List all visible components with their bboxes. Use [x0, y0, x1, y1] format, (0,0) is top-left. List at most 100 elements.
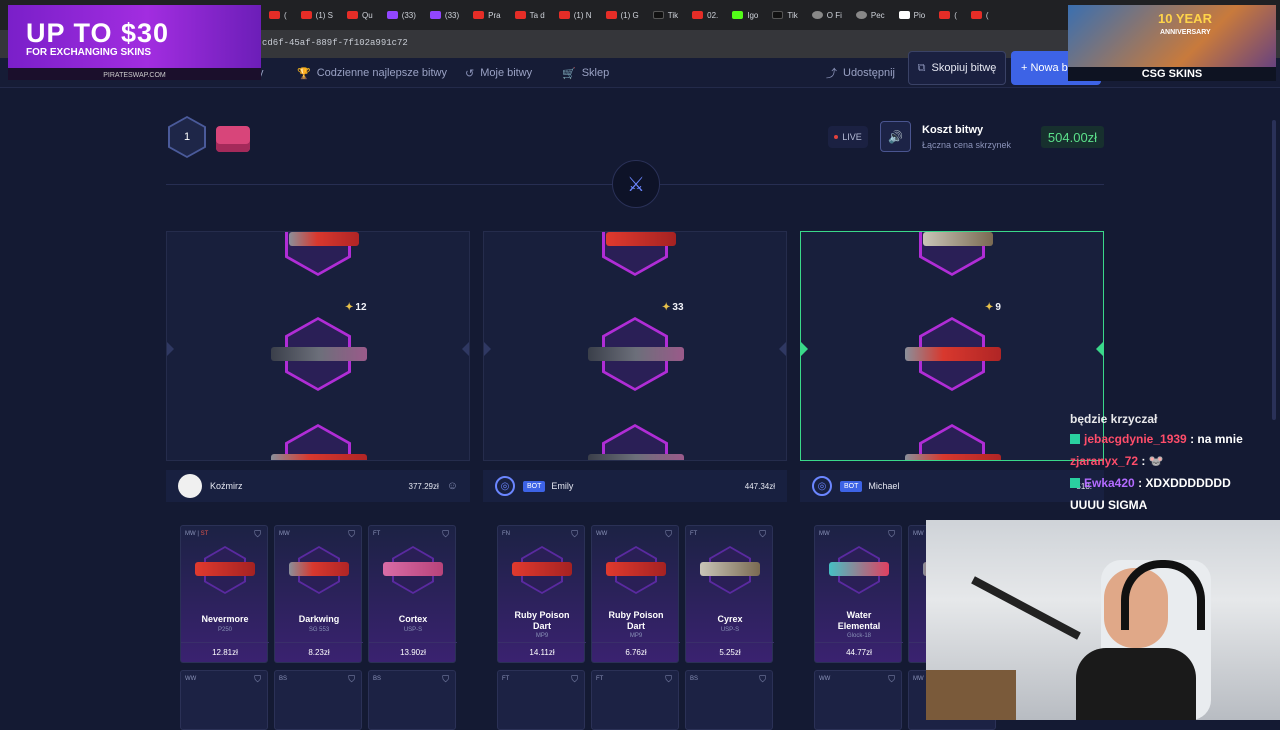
player-header: ◎ BOT Michael 518.: [800, 470, 1104, 502]
browser-tab[interactable]: Ta d: [508, 0, 552, 30]
multiplier-label: ✦ 9: [985, 302, 1001, 313]
youtube-icon: [269, 11, 280, 19]
browser-tab[interactable]: (: [262, 0, 294, 30]
condition-label: MW: [185, 531, 196, 537]
browser-tab[interactable]: Pec: [849, 0, 892, 30]
ad-banner-csgoskins[interactable]: 10 YEAR ANNIVERSARY CSG SKINS: [1068, 5, 1276, 81]
browser-tab[interactable]: (33): [380, 0, 423, 30]
browser-tab[interactable]: 02.: [685, 0, 725, 30]
item-card[interactable]: FT ⛉: [591, 670, 679, 730]
item-condition: MW: [279, 531, 290, 537]
emoji-icon[interactable]: ☺: [447, 480, 458, 492]
item-card[interactable]: BS ⛉: [685, 670, 773, 730]
item-card[interactable]: FN ⛉ Ruby Poison Dart MP9 14.11zł: [497, 525, 586, 663]
browser-tab-label: Tik: [667, 10, 679, 20]
item-price: 14.11zł: [498, 642, 586, 662]
nav-daily-best-link[interactable]: 🏆 Codzienne najlepsze bitwy: [297, 58, 447, 88]
browser-tab[interactable]: (1) G: [599, 0, 646, 30]
shield-icon[interactable]: ⛉: [348, 674, 355, 685]
shield-icon[interactable]: ⛉: [254, 529, 261, 540]
player-name[interactable]: Michael: [868, 481, 899, 491]
item-card[interactable]: MW ⛉ Water Elemental Glock-18 44.77zł: [814, 525, 903, 663]
share-label: Udostępnij: [843, 67, 895, 79]
item-card[interactable]: WW ⛉: [180, 670, 268, 730]
copy-battle-button[interactable]: ⧉ Skopiuj bitwę: [908, 51, 1006, 85]
avatar[interactable]: [178, 474, 202, 498]
item-name: Water Elemental: [837, 610, 881, 631]
condition-label: MW: [279, 531, 290, 537]
browser-tab-label: (: [954, 10, 957, 20]
case-icon[interactable]: [216, 126, 250, 152]
item-name: Ruby Poison Dart: [608, 610, 664, 631]
multiplier-value: 12: [355, 302, 367, 313]
bot-badge: BOT: [523, 480, 546, 492]
condition-label: FN: [502, 531, 510, 537]
nav-shop-link[interactable]: 🛒 Sklep: [562, 58, 609, 88]
player-name[interactable]: Koźmirz: [210, 481, 243, 491]
shield-icon[interactable]: ⛉: [254, 674, 261, 685]
browser-tab-label: (33): [401, 10, 416, 20]
browser-tab[interactable]: (1) N: [552, 0, 599, 30]
shield-icon[interactable]: ⛉: [759, 529, 766, 540]
browser-tab[interactable]: (: [964, 0, 996, 30]
weapon-skin-image: [700, 562, 760, 576]
chat-badge-icon: [1070, 434, 1080, 444]
shield-icon[interactable]: ⛉: [888, 674, 895, 685]
live-label: LIVE: [842, 132, 862, 142]
item-condition: FT: [373, 531, 380, 537]
share-button[interactable]: ⤴ Udostępnij: [826, 58, 895, 88]
nav-my-battles-link[interactable]: ↺ Moje bitwy: [465, 58, 532, 88]
browser-tab[interactable]: (1) S: [294, 0, 340, 30]
item-card[interactable]: BS ⛉: [274, 670, 362, 730]
condition-label: FT: [373, 531, 381, 537]
shield-icon[interactable]: ⛉: [665, 529, 672, 540]
item-card[interactable]: MW | ST ⛉ Nevermore P250 12.81zł: [180, 525, 269, 663]
wikipedia-icon: [898, 11, 910, 19]
item-condition: FT: [502, 676, 510, 682]
browser-tab[interactable]: Tik: [765, 0, 804, 30]
item-card[interactable]: WW ⛉: [814, 670, 902, 730]
browser-tab-label: (: [284, 10, 287, 20]
bot-badge: BOT: [840, 480, 863, 492]
item-card[interactable]: FT ⛉ Cortex USP-S 13.90zł: [368, 525, 457, 663]
chat-username: Ewka420: [1084, 476, 1135, 490]
ad-banner-pirateswap[interactable]: UP TO $30 FOR EXCHANGING SKINS PIRATESWA…: [8, 5, 261, 80]
bot-avatar-icon: ◎: [812, 476, 832, 496]
item-condition: FT: [596, 676, 604, 682]
shield-icon[interactable]: ⛉: [348, 529, 355, 540]
shield-icon[interactable]: ⛉: [759, 674, 766, 685]
page-scrollbar[interactable]: [1272, 120, 1276, 420]
browser-tab[interactable]: Pra: [466, 0, 507, 30]
item-card[interactable]: WW ⛉ Ruby Poison Dart MP9 6.76zł: [591, 525, 680, 663]
item-card[interactable]: FT ⛉: [497, 670, 585, 730]
multiplier-value: 9: [995, 302, 1001, 313]
browser-tab[interactable]: Qu: [340, 0, 380, 30]
shield-icon[interactable]: ⛉: [571, 674, 578, 685]
browser-tab[interactable]: (: [932, 0, 964, 30]
player-name[interactable]: Emily: [551, 481, 573, 491]
chat-message: :: [1141, 454, 1146, 468]
item-card[interactable]: BS ⛉: [368, 670, 456, 730]
item-condition: MW | ST: [185, 531, 208, 537]
youtube-icon: [473, 11, 485, 19]
streamer-webcam: [926, 520, 1280, 720]
item-condition: FN: [502, 531, 510, 537]
browser-tab[interactable]: (33): [423, 0, 466, 30]
browser-tab[interactable]: Igo: [725, 0, 765, 30]
browser-tab[interactable]: Pio: [892, 0, 933, 30]
youtube-icon: [939, 11, 951, 19]
browser-tab[interactable]: O Fi: [805, 0, 849, 30]
shield-icon[interactable]: ⛉: [571, 529, 578, 540]
shield-icon[interactable]: ⛉: [442, 529, 449, 540]
shield-icon[interactable]: ⛉: [665, 674, 672, 685]
weapon-skin-image: [289, 232, 359, 246]
browser-tab-label: (1) S: [315, 10, 334, 20]
browser-tab[interactable]: Tik: [646, 0, 685, 30]
ad-headline: UP TO $30: [26, 18, 170, 48]
item-card[interactable]: FT ⛉ Cyrex USP-S 5.25zł: [685, 525, 774, 663]
reel-pointer-left-icon: [167, 342, 174, 356]
shield-icon[interactable]: ⛉: [442, 674, 449, 685]
shield-icon[interactable]: ⛉: [888, 529, 895, 540]
item-card[interactable]: MW ⛉ Darkwing SG 553 8.23zł: [274, 525, 363, 663]
sound-toggle-button[interactable]: 🔊: [880, 121, 911, 152]
